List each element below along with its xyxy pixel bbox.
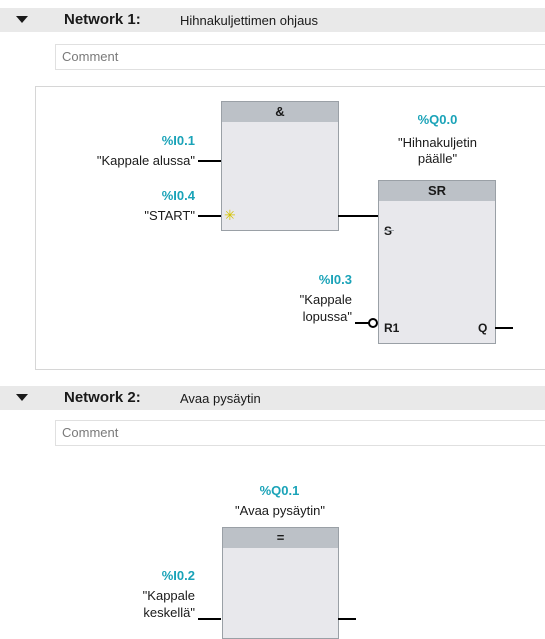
sr-block-header: SR xyxy=(379,181,495,201)
and-block[interactable]: & xyxy=(221,101,339,231)
empty-input-star-icon[interactable]: ✳ xyxy=(224,208,236,222)
assign-output-tag[interactable]: "Avaa pysäytin" xyxy=(200,503,360,519)
input-tag-2[interactable]: "START" xyxy=(100,208,195,224)
n2-input-tag-line1[interactable]: "Kappale xyxy=(100,588,195,604)
network-2-title[interactable]: Avaa pysäytin xyxy=(180,391,261,406)
network-1-comment-text: Comment xyxy=(62,49,119,64)
reset-tag-line2[interactable]: lopussa" xyxy=(260,309,352,325)
sr-block[interactable]: SR xyxy=(378,180,496,344)
network-2-header[interactable]: Network 2: Avaa pysäytin xyxy=(0,386,545,410)
assign-block-header: = xyxy=(223,528,338,548)
sr-pin-s: S xyxy=(384,224,393,238)
and-to-sr-wire xyxy=(338,215,378,217)
sr-output-tag-line2[interactable]: päälle" xyxy=(370,151,505,167)
network-2-comment-text: Comment xyxy=(62,425,119,440)
network-1-header[interactable]: Network 1: Hihnakuljettimen ohjaus xyxy=(0,8,545,32)
reset-wire xyxy=(355,322,369,324)
negation-circle-icon xyxy=(368,318,378,328)
and-block-header: & xyxy=(222,102,338,122)
network-1-label: Network 1: xyxy=(64,11,141,28)
input-tag-1[interactable]: "Kappale alussa" xyxy=(40,153,195,169)
assign-output-wire xyxy=(338,618,356,620)
assign-output-address[interactable]: %Q0.1 xyxy=(222,483,337,498)
collapse-triangle-icon[interactable] xyxy=(16,394,28,401)
sr-output-tag-line1[interactable]: "Hihnakuljetin xyxy=(370,135,505,151)
input-wire-2 xyxy=(198,215,221,217)
assign-block[interactable]: = xyxy=(222,527,339,639)
n2-input-wire xyxy=(198,618,221,620)
network-2-label: Network 2: xyxy=(64,389,141,406)
input-address-2[interactable]: %I0.4 xyxy=(100,188,195,203)
sr-pin-divider xyxy=(384,230,394,231)
reset-tag-line1[interactable]: "Kappale xyxy=(260,292,352,308)
network-1-title[interactable]: Hihnakuljettimen ohjaus xyxy=(180,13,318,28)
n2-input-address[interactable]: %I0.2 xyxy=(130,568,195,583)
reset-address[interactable]: %I0.3 xyxy=(290,272,352,287)
collapse-triangle-icon[interactable] xyxy=(16,16,28,23)
sr-output-address[interactable]: %Q0.0 xyxy=(380,112,495,127)
sr-pin-r1: R1 xyxy=(384,321,400,335)
sr-pin-q: Q xyxy=(478,321,488,335)
network-1-comment[interactable]: Comment xyxy=(55,44,545,70)
n2-input-tag-line2[interactable]: keskellä" xyxy=(100,605,195,621)
input-wire-1 xyxy=(198,160,221,162)
network-2-comment[interactable]: Comment xyxy=(55,420,545,446)
sr-output-wire xyxy=(495,327,513,329)
input-address-1[interactable]: %I0.1 xyxy=(100,133,195,148)
